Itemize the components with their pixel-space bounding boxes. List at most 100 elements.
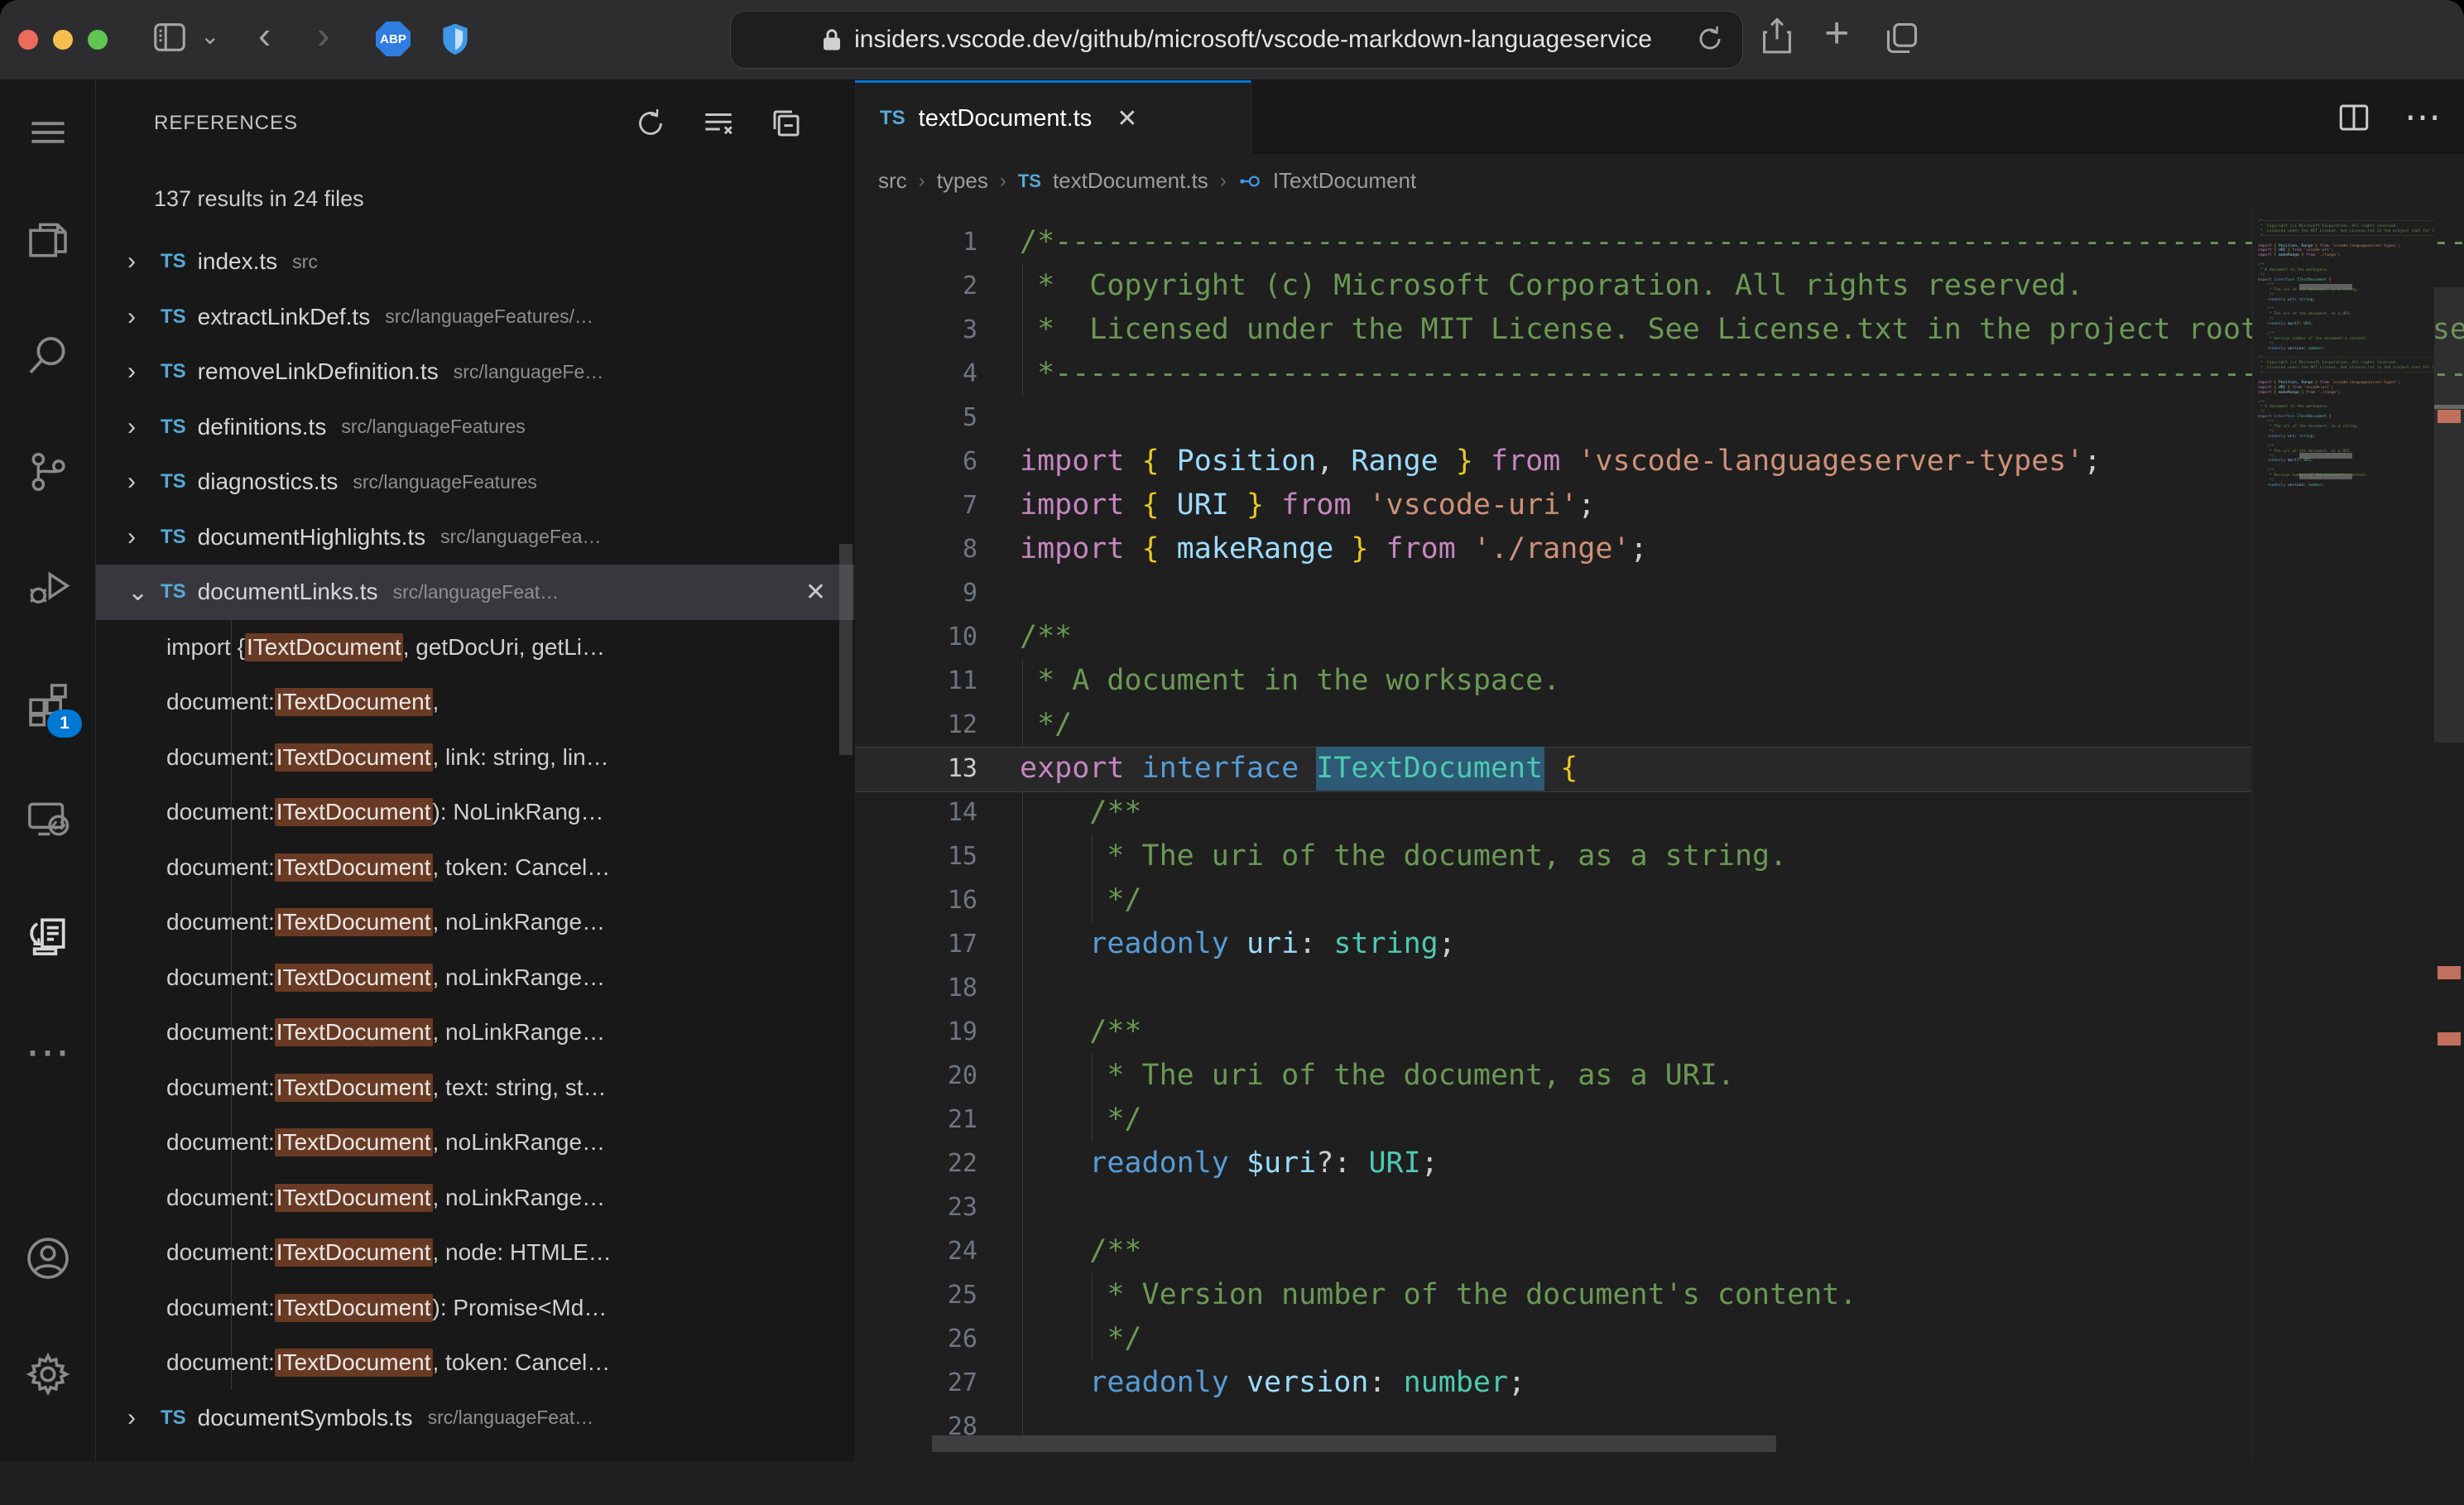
tab-textdocument[interactable]: TS textDocument.ts ✕ bbox=[855, 80, 1251, 154]
window-zoom-button[interactable] bbox=[88, 30, 108, 50]
file-result-row[interactable]: ›TSdefinitions.tssrc/languageFeatures bbox=[96, 400, 854, 455]
reload-icon[interactable] bbox=[1694, 23, 1726, 55]
reference-result-row[interactable]: document: ITextDocument, node: HTMLE… bbox=[96, 1225, 854, 1281]
reference-result-row[interactable]: document: ITextDocument, noLinkRange… bbox=[96, 1005, 854, 1060]
code-line: /** bbox=[1020, 1229, 1142, 1273]
file-name: documentHighlights.ts bbox=[198, 524, 425, 551]
line-number: 16 bbox=[855, 878, 977, 922]
vscode-workbench: 1 ⋯ bbox=[0, 80, 2464, 1461]
search-icon[interactable] bbox=[0, 310, 95, 401]
reference-result-row[interactable]: import { ITextDocument, getDocUri, getLi… bbox=[96, 620, 854, 676]
tab-title: textDocument.ts bbox=[919, 105, 1093, 132]
ts-file-icon: TS bbox=[161, 580, 186, 603]
overview-match-marker bbox=[2438, 966, 2461, 979]
line-number: 17 bbox=[855, 922, 977, 966]
chevron-right-icon[interactable]: › bbox=[127, 523, 149, 551]
code-line: * Copyright (c) Microsoft Corporation. A… bbox=[1020, 264, 2083, 308]
shield-extension-icon[interactable] bbox=[437, 20, 473, 58]
match-highlight: ITextDocument bbox=[275, 743, 433, 772]
reference-result-row[interactable]: document: ITextDocument, noLinkRange… bbox=[96, 950, 854, 1006]
reference-result-row[interactable]: document: ITextDocument, token: Cancel… bbox=[96, 1335, 854, 1391]
chevron-right-icon[interactable]: › bbox=[127, 303, 149, 331]
collapse-all-icon[interactable] bbox=[768, 105, 805, 142]
extensions-icon[interactable]: 1 bbox=[0, 658, 95, 749]
address-bar[interactable]: insiders.vscode.dev/github/microsoft/vsc… bbox=[730, 11, 1743, 69]
menu-hamburger-icon[interactable] bbox=[0, 87, 95, 178]
refresh-icon[interactable] bbox=[632, 105, 669, 142]
run-debug-icon[interactable] bbox=[0, 542, 95, 633]
adblock-extension-icon[interactable]: ABP bbox=[376, 22, 411, 56]
settings-gear-icon[interactable] bbox=[0, 1329, 95, 1420]
references-panel: REFERENCES bbox=[96, 80, 854, 1461]
editor-actions-ellipsis-icon[interactable]: ⋯ bbox=[2404, 109, 2441, 126]
minimap-content: /*--------------------------------------… bbox=[2253, 356, 2435, 493]
reference-result-row[interactable]: document: ITextDocument, link: string, l… bbox=[96, 730, 854, 786]
file-result-row[interactable]: ›TSdocumentHighlights.tssrc/languageFea… bbox=[96, 510, 854, 565]
file-result-row[interactable]: ›TSremoveLinkDefinition.tssrc/languageFe… bbox=[96, 344, 854, 400]
split-editor-icon[interactable] bbox=[2337, 100, 2371, 135]
code-line: * Version number of the document's conte… bbox=[1020, 1273, 1856, 1317]
file-path: src/languageFeatures/… bbox=[385, 305, 593, 328]
breadcrumb-types[interactable]: types bbox=[937, 168, 988, 194]
file-result-row[interactable]: ›TSextractLinkDef.tssrc/languageFeatures… bbox=[96, 290, 854, 345]
minimap[interactable]: /*--------------------------------------… bbox=[2252, 208, 2435, 1462]
breadcrumb-separator: › bbox=[919, 170, 925, 193]
back-button[interactable]: ‹ bbox=[258, 13, 271, 56]
overview-match-marker bbox=[2438, 1032, 2461, 1046]
file-path: src/languageFe… bbox=[454, 361, 604, 383]
editor-scrollbar[interactable] bbox=[2434, 208, 2464, 1462]
horizontal-scrollbar[interactable] bbox=[932, 1435, 1776, 1452]
more-views-ellipsis-icon[interactable]: ⋯ bbox=[0, 1006, 95, 1097]
reference-result-row[interactable]: document: ITextDocument, bbox=[96, 675, 854, 730]
file-result-row[interactable]: ›TSindex.tssrc bbox=[96, 234, 854, 290]
window-minimize-button[interactable] bbox=[53, 30, 73, 50]
scrollbar-thumb[interactable] bbox=[2434, 287, 2464, 743]
file-result-row[interactable]: ⌄TSdocumentLinks.tssrc/languageFeat…✕ bbox=[96, 565, 854, 620]
file-result-row[interactable]: ›TSdocumentSymbols.tssrc/languageFeat… bbox=[96, 1391, 854, 1446]
account-icon[interactable] bbox=[0, 1213, 95, 1304]
reference-result-row[interactable]: document: ITextDocument, text: string, s… bbox=[96, 1060, 854, 1116]
chevron-right-icon[interactable]: › bbox=[127, 248, 149, 276]
breadcrumb-src[interactable]: src bbox=[878, 168, 907, 194]
code-line: * Licensed under the MIT License. See Li… bbox=[1020, 308, 2464, 352]
share-icon[interactable] bbox=[1760, 17, 1794, 56]
code-editor[interactable]: 1234567891011121314151617181920212223242… bbox=[855, 208, 2464, 1462]
source-control-icon[interactable] bbox=[0, 426, 95, 517]
reference-result-row[interactable]: document: ITextDocument, noLinkRange… bbox=[96, 895, 854, 950]
match-highlight: ITextDocument bbox=[275, 1238, 433, 1267]
window-close-button[interactable] bbox=[18, 30, 38, 50]
match-highlight: ITextDocument bbox=[275, 798, 433, 826]
line-number: 22 bbox=[855, 1142, 977, 1185]
code-line: */ bbox=[1020, 1317, 1142, 1361]
reference-result-row[interactable]: document: ITextDocument): NoLinkRang… bbox=[96, 785, 854, 840]
explorer-icon[interactable] bbox=[0, 195, 95, 286]
chevron-down-icon[interactable]: ⌄ bbox=[127, 578, 149, 607]
clear-all-icon[interactable] bbox=[700, 105, 737, 142]
tab-overview-icon[interactable] bbox=[1884, 20, 1920, 56]
reference-result-row[interactable]: document: ITextDocument, noLinkRange… bbox=[96, 1115, 854, 1171]
code-line: import { Position, Range } from 'vscode-… bbox=[1020, 440, 2101, 483]
references-view-icon[interactable] bbox=[0, 890, 95, 981]
breadcrumb-symbol[interactable]: ITextDocument bbox=[1273, 168, 1416, 194]
match-highlight: ITextDocument bbox=[275, 908, 433, 936]
line-number: 19 bbox=[855, 1010, 977, 1054]
forward-button[interactable]: › bbox=[317, 13, 329, 56]
new-tab-button[interactable]: + bbox=[1824, 12, 1849, 55]
remote-explorer-icon[interactable] bbox=[0, 774, 95, 865]
reference-result-row[interactable]: document: ITextDocument, token: Cancel… bbox=[96, 840, 854, 896]
reference-result-row[interactable]: document: ITextDocument): Promise<Md… bbox=[96, 1281, 854, 1336]
tab-close-icon[interactable]: ✕ bbox=[1117, 104, 1137, 133]
chevron-right-icon[interactable]: › bbox=[127, 358, 149, 386]
sidebar-scrollbar[interactable] bbox=[839, 544, 853, 755]
breadcrumb-file[interactable]: textDocument.ts bbox=[1053, 168, 1208, 194]
sidebar-dropdown-chevron-icon[interactable]: ⌄ bbox=[200, 15, 219, 58]
dismiss-icon[interactable]: ✕ bbox=[805, 578, 826, 607]
chevron-right-icon[interactable]: › bbox=[127, 413, 149, 441]
file-result-row[interactable]: ›TSdiagnostics.tssrc/languageFeatures bbox=[96, 454, 854, 510]
chevron-right-icon[interactable]: › bbox=[127, 1404, 149, 1432]
line-number: 1 bbox=[855, 220, 977, 264]
chevron-right-icon[interactable]: › bbox=[127, 468, 149, 496]
sidebar-toggle-icon[interactable] bbox=[151, 18, 189, 56]
ts-file-icon: TS bbox=[1018, 171, 1041, 192]
reference-result-row[interactable]: document: ITextDocument, noLinkRange… bbox=[96, 1171, 854, 1226]
